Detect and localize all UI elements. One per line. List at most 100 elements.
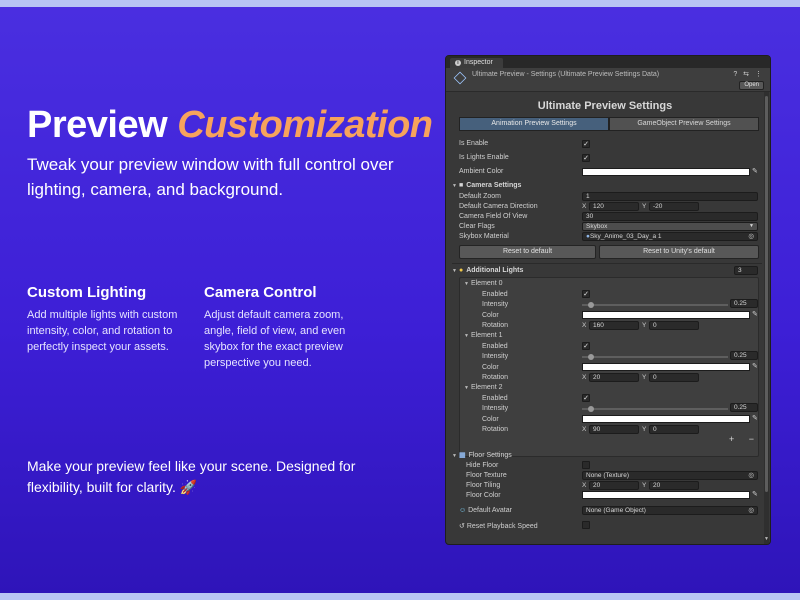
element-2-intensity-knob[interactable] (588, 406, 594, 412)
element-1-foldout[interactable]: ▼ Element 1 (464, 332, 502, 339)
element-0-foldout[interactable]: ▼ Element 0 (464, 280, 502, 287)
bottom-band (0, 593, 800, 600)
is-enable-checkbox[interactable]: ✓ (582, 140, 590, 148)
light-bulb-icon: ● (458, 267, 464, 274)
closing-text: Make your preview feel like your scene. … (27, 458, 356, 495)
element-2-intensity-slider[interactable] (582, 408, 728, 410)
ambient-color-field[interactable] (582, 168, 750, 176)
header-icons[interactable]: ? ⇆ ⋮ (733, 70, 764, 78)
direction-y-input[interactable]: -20 (649, 202, 699, 211)
reset-unity-button[interactable]: Reset to Unity's default (599, 245, 759, 259)
is-lights-enable-checkbox[interactable]: ✓ (582, 154, 590, 162)
floor-texture-field[interactable]: None (Texture) ◎ (582, 471, 758, 480)
scroll-down-icon[interactable]: ▼ (764, 536, 769, 542)
floor-color-field[interactable] (582, 491, 750, 499)
eyedropper-icon[interactable]: ✎ (752, 310, 758, 318)
element-0-label: Element 0 (470, 280, 503, 287)
eyedropper-icon[interactable]: ✎ (752, 362, 758, 370)
floor-settings-foldout[interactable]: ▼ ▦ Floor Settings (452, 451, 512, 459)
element-0-intensity-knob[interactable] (588, 302, 594, 308)
element-1-color-field[interactable] (582, 363, 750, 371)
x-label: X (582, 374, 587, 381)
rotation-label: Rotation (482, 374, 509, 381)
x-label: X (582, 482, 587, 489)
element-0-rotation-x[interactable]: 160 (589, 321, 639, 330)
grid-icon: ▦ (458, 452, 466, 459)
object-picker-icon[interactable]: ◎ (748, 233, 754, 240)
element-2-intensity-input[interactable]: 0.25 (730, 403, 758, 412)
color-label: Color (482, 416, 499, 423)
element-2-foldout[interactable]: ▼ Element 2 (464, 384, 502, 391)
eyedropper-icon[interactable]: ✎ (752, 490, 758, 498)
inspector-tab-label: Inspector (464, 59, 493, 66)
reset-playback-row: ↺ Reset Playback Speed (459, 522, 538, 530)
y-label: Y (642, 426, 647, 433)
is-lights-enable-label: Is Lights Enable (459, 154, 509, 161)
rotation-label: Rotation (482, 322, 509, 329)
skybox-label: Skybox Material (459, 233, 509, 240)
floor-texture-label: Floor Texture (466, 472, 507, 479)
default-zoom-input[interactable]: 1 (582, 192, 758, 201)
inspector-window: i Inspector Ultimate Preview - Settings (… (445, 55, 771, 545)
default-avatar-field[interactable]: None (Game Object) ◎ (582, 506, 758, 515)
reset-default-button[interactable]: Reset to default (459, 245, 596, 259)
x-label: X (582, 203, 587, 210)
element-1-intensity-input[interactable]: 0.25 (730, 351, 758, 360)
clear-flags-dropdown[interactable]: Skybox ▼ (582, 222, 758, 231)
enabled-label: Enabled (482, 343, 508, 350)
feature-camera-control: Camera Control Adjust default camera zoo… (204, 284, 369, 371)
intensity-label: Intensity (482, 353, 509, 360)
element-1-intensity-knob[interactable] (588, 354, 594, 360)
chevron-down-icon: ▼ (749, 223, 754, 229)
scrollbar-thumb[interactable] (765, 96, 768, 492)
scrollbar[interactable] (764, 92, 769, 544)
fov-input[interactable]: 30 (582, 212, 758, 221)
default-zoom-label: Default Zoom (459, 193, 502, 200)
tab-animation-preview[interactable]: Animation Preview Settings (459, 117, 609, 131)
element-1-intensity-slider[interactable] (582, 356, 728, 358)
additional-lights-foldout[interactable]: ▼ ● Additional Lights (452, 267, 523, 274)
tiling-y-input[interactable]: 20 (649, 481, 699, 490)
element-0-intensity-slider[interactable] (582, 304, 728, 306)
tab-gameobject-preview[interactable]: GameObject Preview Settings (609, 117, 759, 131)
object-picker-icon[interactable]: ◎ (748, 472, 754, 479)
foldout-arrow-icon: ▼ (464, 333, 469, 339)
object-picker-icon[interactable]: ◎ (748, 507, 754, 514)
inspector-tab[interactable]: i Inspector (450, 58, 503, 68)
add-remove-icons[interactable]: + − (729, 434, 760, 444)
lights-count-input[interactable]: 3 (734, 266, 758, 275)
inspector-tabbar: i Inspector (446, 56, 770, 68)
element-1-rotation-x[interactable]: 20 (589, 373, 639, 382)
title-accent: Customization (177, 104, 433, 146)
reset-playback-checkbox[interactable] (582, 521, 590, 529)
element-2-color-field[interactable] (582, 415, 750, 423)
ambient-color-label: Ambient Color (459, 168, 504, 175)
element-2-rotation-x[interactable]: 90 (589, 425, 639, 434)
tiling-x-input[interactable]: 20 (589, 481, 639, 490)
element-0-intensity-input[interactable]: 0.25 (730, 299, 758, 308)
element-1-enabled-checkbox[interactable]: ✓ (582, 342, 590, 350)
element-2-enabled-checkbox[interactable]: ✓ (582, 394, 590, 402)
open-button[interactable]: Open (739, 81, 764, 90)
color-label: Color (482, 312, 499, 319)
element-0-color-field[interactable] (582, 311, 750, 319)
color-label: Color (482, 364, 499, 371)
element-1-rotation-y[interactable]: 0 (649, 373, 699, 382)
eyedropper-icon[interactable]: ✎ (752, 167, 758, 175)
settings-tabs: Animation Preview Settings GameObject Pr… (459, 117, 759, 131)
element-0-enabled-checkbox[interactable]: ✓ (582, 290, 590, 298)
feature-custom-lighting: Custom Lighting Add multiple lights with… (27, 284, 192, 355)
element-0-rotation-y[interactable]: 0 (649, 321, 699, 330)
hide-floor-checkbox[interactable] (582, 461, 590, 469)
element-2-rotation-y[interactable]: 0 (649, 425, 699, 434)
panel-title: Ultimate Preview Settings (537, 100, 673, 112)
foldout-arrow-icon: ▼ (452, 183, 457, 189)
inspector-header: Ultimate Preview - Settings (Ultimate Pr… (446, 68, 770, 92)
page-title: Preview Customization (27, 104, 433, 147)
inspector-body: ▼ Ultimate Preview Settings Animation Pr… (446, 92, 770, 544)
eyedropper-icon[interactable]: ✎ (752, 414, 758, 422)
direction-x-input[interactable]: 120 (589, 202, 639, 211)
camera-settings-foldout[interactable]: ▼ ■ Camera Settings (452, 182, 521, 189)
skybox-field[interactable]: ●Sky_Anime_03_Day_a 1 ◎ (582, 232, 758, 241)
default-avatar-label: Default Avatar (468, 507, 512, 514)
